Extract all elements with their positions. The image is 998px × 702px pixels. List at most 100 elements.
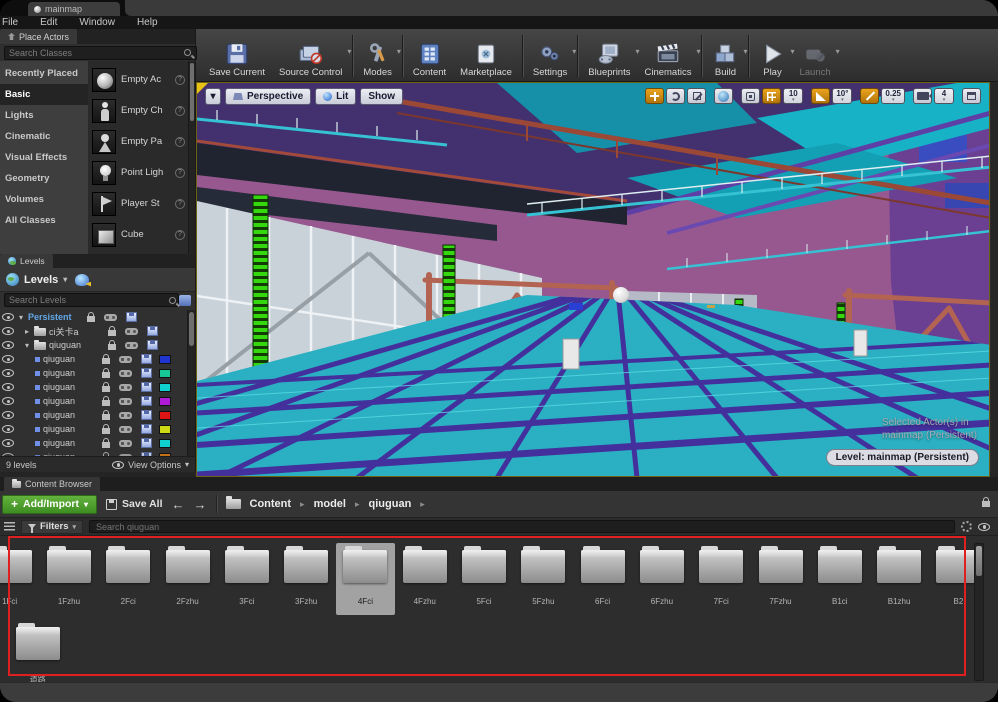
category-geometry[interactable]: Geometry xyxy=(0,168,88,189)
place-actors-scrollbar[interactable] xyxy=(188,61,195,254)
expand-caret-icon[interactable]: ▸ xyxy=(23,327,31,336)
sources-panel-icon[interactable] xyxy=(4,522,15,531)
levels-scrollbar[interactable] xyxy=(187,310,195,456)
lock-icon[interactable] xyxy=(102,386,110,392)
lock-icon[interactable] xyxy=(108,330,116,336)
content-browser-scrollbar[interactable] xyxy=(974,543,984,681)
menu-file[interactable]: File xyxy=(2,17,18,28)
cinematics-button[interactable]: Cinematics ▾ xyxy=(637,31,698,81)
gamepad-icon[interactable] xyxy=(119,398,132,405)
level-row[interactable]: qiuguan xyxy=(0,352,187,366)
category-visual-effects[interactable]: Visual Effects xyxy=(0,147,88,168)
folder-tile[interactable]: 3Fzhu xyxy=(276,543,335,615)
gamepad-icon[interactable] xyxy=(119,440,132,447)
expand-caret-icon[interactable]: ▾ xyxy=(17,313,25,322)
dropdown-caret-icon[interactable]: ▾ xyxy=(572,47,576,56)
save-level-icon[interactable] xyxy=(141,424,152,434)
level-row-persistent[interactable]: ▾ Persistent xyxy=(0,310,187,324)
add-import-button[interactable]: + Add/Import ▾ xyxy=(2,495,97,514)
content-browser-tab[interactable]: Content Browser xyxy=(4,477,100,491)
folder-tile[interactable]: 6Fzhu xyxy=(632,543,691,615)
level-color-swatch[interactable] xyxy=(159,411,171,420)
dropdown-caret-icon[interactable]: ▾ xyxy=(743,47,747,56)
lit-mode-button[interactable]: Lit xyxy=(315,88,356,105)
visibility-eye-icon[interactable] xyxy=(2,439,14,447)
camera-speed-value[interactable]: 4▾ xyxy=(934,88,954,104)
settings-button[interactable]: Settings ▾ xyxy=(526,31,574,81)
folder-tile-selected[interactable]: 4Fci xyxy=(336,543,395,615)
actor-item-empty-actor[interactable]: Empty Ac ? xyxy=(92,64,186,95)
back-button[interactable]: ← xyxy=(172,497,185,512)
folder-tile[interactable]: 2Fzhu xyxy=(158,543,217,615)
save-level-icon[interactable] xyxy=(141,438,152,448)
folder-tile[interactable]: 4Fzhu xyxy=(395,543,454,615)
visibility-eye-icon[interactable] xyxy=(2,355,14,363)
level-color-swatch[interactable] xyxy=(159,425,171,434)
actor-item-empty-pawn[interactable]: Empty Pa ? xyxy=(92,126,186,157)
new-level-icon[interactable] xyxy=(75,274,89,286)
lock-icon[interactable] xyxy=(102,372,110,378)
window-tab[interactable]: mainmap xyxy=(28,2,120,16)
lock-icon[interactable] xyxy=(102,442,110,448)
folder-tile[interactable]: 5Fzhu xyxy=(514,543,573,615)
level-row[interactable]: qiuguan xyxy=(0,436,187,450)
folder-tile[interactable]: 6Fci xyxy=(573,543,632,615)
save-level-icon[interactable] xyxy=(147,326,158,336)
level-row-folder[interactable]: ▸ ci关卡a xyxy=(0,324,187,338)
scale-tool-button[interactable] xyxy=(687,88,706,104)
dropdown-caret-icon[interactable]: ▾ xyxy=(696,47,700,56)
lock-icon[interactable] xyxy=(102,400,110,406)
visibility-eye-icon[interactable] xyxy=(2,369,14,377)
build-button[interactable]: Build ▾ xyxy=(705,31,745,81)
gamepad-icon[interactable] xyxy=(125,328,138,335)
save-current-button[interactable]: Save Current xyxy=(202,31,272,81)
gamepad-icon[interactable] xyxy=(119,356,132,363)
dropdown-caret-icon[interactable]: ▾ xyxy=(397,47,401,56)
gamepad-icon[interactable] xyxy=(119,384,132,391)
lock-icon[interactable] xyxy=(102,414,110,420)
visibility-eye-icon[interactable] xyxy=(2,397,14,405)
save-all-button[interactable]: Save All xyxy=(106,498,162,510)
level-color-swatch[interactable] xyxy=(159,439,171,448)
menu-help[interactable]: Help xyxy=(137,17,158,28)
lock-icon[interactable] xyxy=(87,316,95,322)
category-cinematic[interactable]: Cinematic xyxy=(0,126,88,147)
level-color-swatch[interactable] xyxy=(159,383,171,392)
folder-tile[interactable]: 7Fzhu xyxy=(751,543,810,615)
filters-button[interactable]: Filters ▾ xyxy=(21,520,83,534)
folder-tile[interactable]: 5Fci xyxy=(454,543,513,615)
category-recently-placed[interactable]: Recently Placed xyxy=(0,63,88,84)
level-row[interactable]: qiuguan xyxy=(0,366,187,380)
scale-snap-value[interactable]: 0.25▾ xyxy=(881,88,905,104)
visibility-eye-icon[interactable] xyxy=(2,411,14,419)
actor-item-cube[interactable]: Cube ? xyxy=(92,219,186,250)
search-classes-input[interactable] xyxy=(4,46,197,60)
marketplace-button[interactable]: Marketplace xyxy=(453,31,519,81)
category-volumes[interactable]: Volumes xyxy=(0,189,88,210)
level-row[interactable]: qiuguan xyxy=(0,380,187,394)
folder-tile[interactable]: B1zhu xyxy=(869,543,928,615)
search-assets-input[interactable] xyxy=(89,520,955,533)
dropdown-caret-icon[interactable]: ▾ xyxy=(836,47,840,56)
viewport-options-button[interactable]: ▾ xyxy=(205,88,221,105)
lock-icon[interactable] xyxy=(102,428,110,434)
content-button[interactable]: Content xyxy=(406,31,453,81)
view-settings-icon[interactable] xyxy=(978,523,990,531)
surface-snapping-button[interactable] xyxy=(741,88,760,104)
save-level-icon[interactable] xyxy=(141,396,152,406)
camera-speed-button[interactable] xyxy=(913,88,932,104)
visibility-eye-icon[interactable] xyxy=(2,327,14,335)
dropdown-caret-icon[interactable]: ▾ xyxy=(347,47,351,56)
visibility-eye-icon[interactable] xyxy=(2,341,14,349)
breadcrumb-qiuguan[interactable]: qiuguan xyxy=(369,498,412,510)
visibility-eye-icon[interactable] xyxy=(2,313,14,321)
save-level-icon[interactable] xyxy=(126,312,137,322)
settings-gear-icon[interactable] xyxy=(961,521,972,532)
level-color-swatch[interactable] xyxy=(159,369,171,378)
rotation-snap-value[interactable]: 10°▾ xyxy=(832,88,852,104)
level-row[interactable]: qiuguan xyxy=(0,394,187,408)
rotation-snapping-button[interactable] xyxy=(811,88,830,104)
level-color-swatch[interactable] xyxy=(159,355,171,364)
world-local-toggle-button[interactable] xyxy=(714,88,733,104)
perspective-button[interactable]: Perspective xyxy=(225,88,311,105)
